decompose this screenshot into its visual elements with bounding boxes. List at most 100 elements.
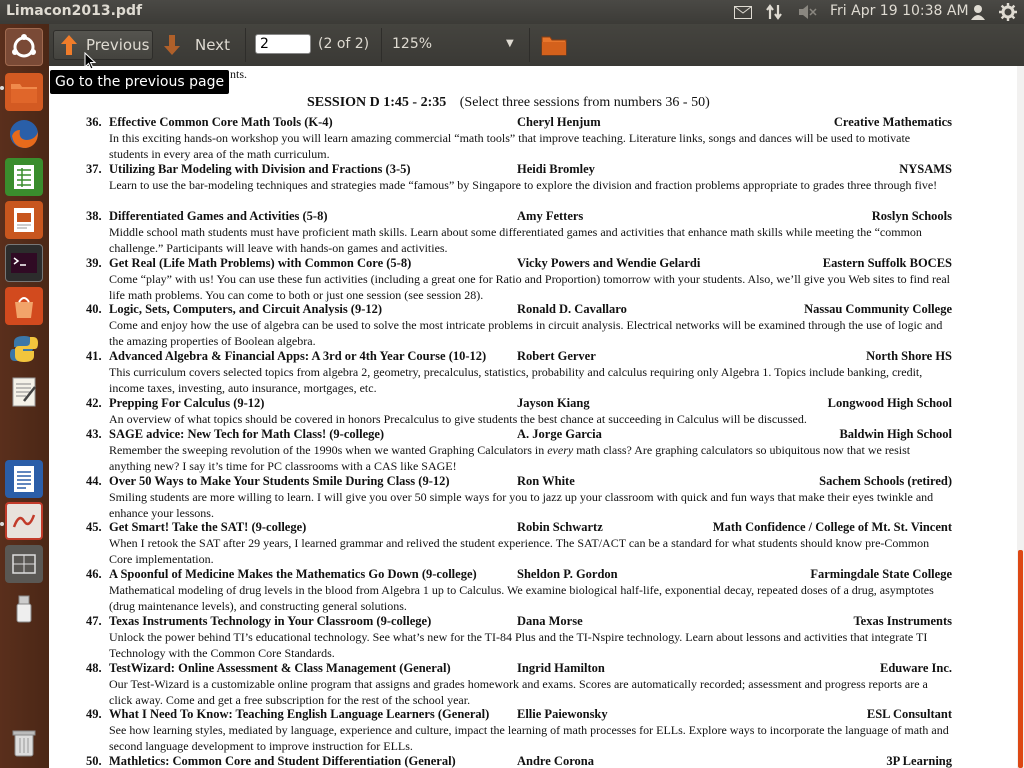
session-organization: Texas Instruments — [853, 614, 952, 628]
session-presenter: Vicky Powers and Wendie Gelardi — [517, 256, 701, 270]
session-title: A Spoonful of Medicine Makes the Mathema… — [109, 567, 477, 581]
session-organization: Farmingdale State College — [810, 567, 952, 581]
session-number: 45. — [86, 520, 102, 534]
session-description: In this exciting hands-on workshop you w… — [109, 131, 911, 161]
session-presenter: Robert Gerver — [517, 349, 596, 363]
spreadsheet-icon[interactable] — [5, 158, 43, 196]
session-entry: 36. Effective Common Core Math Tools (K-4… — [86, 115, 952, 162]
dash-home-icon[interactable] — [5, 28, 43, 66]
mail-icon[interactable] — [733, 2, 753, 22]
previous-button[interactable]: Previous — [53, 30, 153, 60]
mouse-cursor-icon — [84, 51, 97, 74]
python-icon[interactable] — [5, 330, 43, 368]
session-description: An overview of what topics should be cov… — [109, 412, 807, 426]
session-description: Our Test-Wizard is a customizable online… — [109, 677, 928, 707]
software-center-icon[interactable] — [5, 287, 43, 325]
session-entry: 37. Utilizing Bar Modeling with Division … — [86, 162, 952, 194]
session-description: Middle school math students must have pr… — [109, 225, 922, 255]
session-title: Prepping For Calculus (9-12) — [109, 396, 265, 410]
toolbar-separator — [529, 28, 530, 62]
session-description: Smiling students are more willing to lea… — [109, 490, 934, 520]
scrollbar-thumb[interactable] — [1018, 550, 1023, 768]
session-entry: 44. Over 50 Ways to Make Your Students Sm… — [86, 474, 952, 521]
next-button[interactable]: Next — [161, 30, 237, 60]
document-viewer-icon[interactable] — [5, 460, 43, 498]
session-title: Get Smart! Take the SAT! (9-college) — [109, 520, 307, 534]
session-number: 48. — [86, 661, 102, 675]
session-organization: Baldwin High School — [839, 427, 952, 441]
next-label: Next — [195, 36, 230, 54]
session-presenter: Ellie Paiewonsky — [517, 707, 608, 721]
arrow-up-icon — [60, 34, 78, 56]
top-panel: Limacon2013.pdf Fri Apr 19 10:38 AM — [0, 0, 1024, 24]
network-icon[interactable] — [764, 2, 784, 22]
text-editor-icon[interactable] — [5, 373, 43, 411]
session-number: 44. — [86, 474, 102, 488]
user-icon[interactable] — [968, 2, 988, 22]
session-organization: 3P Learning — [886, 754, 952, 768]
session-number: 46. — [86, 567, 102, 581]
chevron-down-icon[interactable]: ▼ — [506, 38, 514, 49]
session-entry: 43. SAGE advice: New Tech for Math Class!… — [86, 427, 952, 474]
open-folder-button[interactable] — [541, 30, 569, 60]
session-organization: NYSAMS — [899, 162, 952, 176]
session-organization: Nassau Community College — [804, 302, 952, 316]
session-presenter: Dana Morse — [517, 614, 583, 628]
session-title: Over 50 Ways to Make Your Students Smile… — [109, 474, 450, 488]
session-number: 36. — [86, 115, 102, 129]
session-entry: 42. Prepping For Calculus (9-12) Jayson Ki… — [86, 396, 952, 428]
session-organization: Eduware Inc. — [879, 661, 952, 675]
session-title: SAGE advice: New Tech for Math Class! (9… — [109, 427, 385, 441]
session-title: SESSION D 1:45 - 2:35 — [307, 95, 447, 110]
session-entry: 48. TestWizard: Online Assessment & Class… — [86, 661, 952, 708]
session-title: What I Need To Know: Teaching English La… — [109, 707, 490, 721]
toolbar-separator — [245, 28, 246, 62]
page-count: (2 of 2) — [318, 36, 370, 52]
session-presenter: Ingrid Hamilton — [517, 661, 605, 675]
firefox-icon[interactable] — [5, 115, 43, 153]
running-indicator — [0, 86, 4, 90]
session-presenter: Ronald D. Cavallaro — [517, 302, 627, 316]
session-title: Texas Instruments Technology in Your Cla… — [109, 614, 432, 628]
session-presenter: Amy Fetters — [517, 209, 584, 223]
session-number: 40. — [86, 302, 102, 316]
session-entry: 50. Mathletics: Common Core and Student D… — [86, 754, 952, 768]
session-organization: Creative Mathematics — [833, 115, 952, 129]
launcher — [0, 24, 49, 768]
page-number-input[interactable] — [255, 34, 311, 54]
session-entry: 49. What I Need To Know: Teaching English… — [86, 707, 952, 754]
files-icon[interactable] — [5, 73, 43, 111]
session-organization: ESL Consultant — [866, 707, 952, 721]
session-title: Effective Common Core Math Tools (K-4) — [109, 115, 333, 129]
volume-muted-icon[interactable] — [796, 2, 818, 22]
usb-drive-icon[interactable] — [5, 590, 43, 628]
session-number: 38. — [86, 209, 102, 223]
session-description: See how learning styles, mediated by lan… — [109, 723, 949, 753]
session-description: Learn to use the bar-modeling techniques… — [109, 178, 938, 192]
trash-icon[interactable] — [5, 724, 43, 762]
zoom-select[interactable]: 125% — [392, 36, 432, 52]
clock[interactable]: Fri Apr 19 10:38 AM — [830, 3, 969, 19]
session-title: Utilizing Bar Modeling with Division and… — [109, 162, 411, 176]
session-number: 42. — [86, 396, 102, 410]
session-description: This curriculum covers selected topics f… — [109, 365, 923, 395]
session-title: Logic, Sets, Computers, and Circuit Anal… — [109, 302, 383, 316]
session-entry: 47. Texas Instruments Technology in Your … — [86, 614, 952, 661]
gear-icon[interactable] — [998, 2, 1018, 22]
session-organization: Sachem Schools (retired) — [819, 474, 952, 488]
session-title: Advanced Algebra & Financial Apps: A 3rd… — [109, 349, 487, 363]
vertical-scrollbar[interactable] — [1017, 66, 1024, 768]
session-title: TestWizard: Online Assessment & Class Ma… — [109, 661, 451, 675]
document-viewport[interactable]: nts. SESSION D 1:45 - 2:35 (Select three… — [49, 66, 1024, 768]
session-organization: Eastern Suffolk BOCES — [822, 256, 952, 270]
presentation-icon[interactable] — [5, 201, 43, 239]
session-presenter: Robin Schwartz — [517, 520, 603, 534]
session-number: 49. — [86, 707, 102, 721]
session-description: Remember the sweeping revolution of the … — [109, 443, 911, 473]
terminal-icon[interactable] — [5, 244, 43, 282]
session-note: (Select three sessions from numbers 36 -… — [459, 95, 710, 110]
session-entry: 40. Logic, Sets, Computers, and Circuit A… — [86, 302, 952, 349]
pdf-reader-icon[interactable] — [5, 502, 43, 540]
workspace-switcher-icon[interactable] — [5, 545, 43, 583]
running-indicator — [0, 522, 4, 526]
